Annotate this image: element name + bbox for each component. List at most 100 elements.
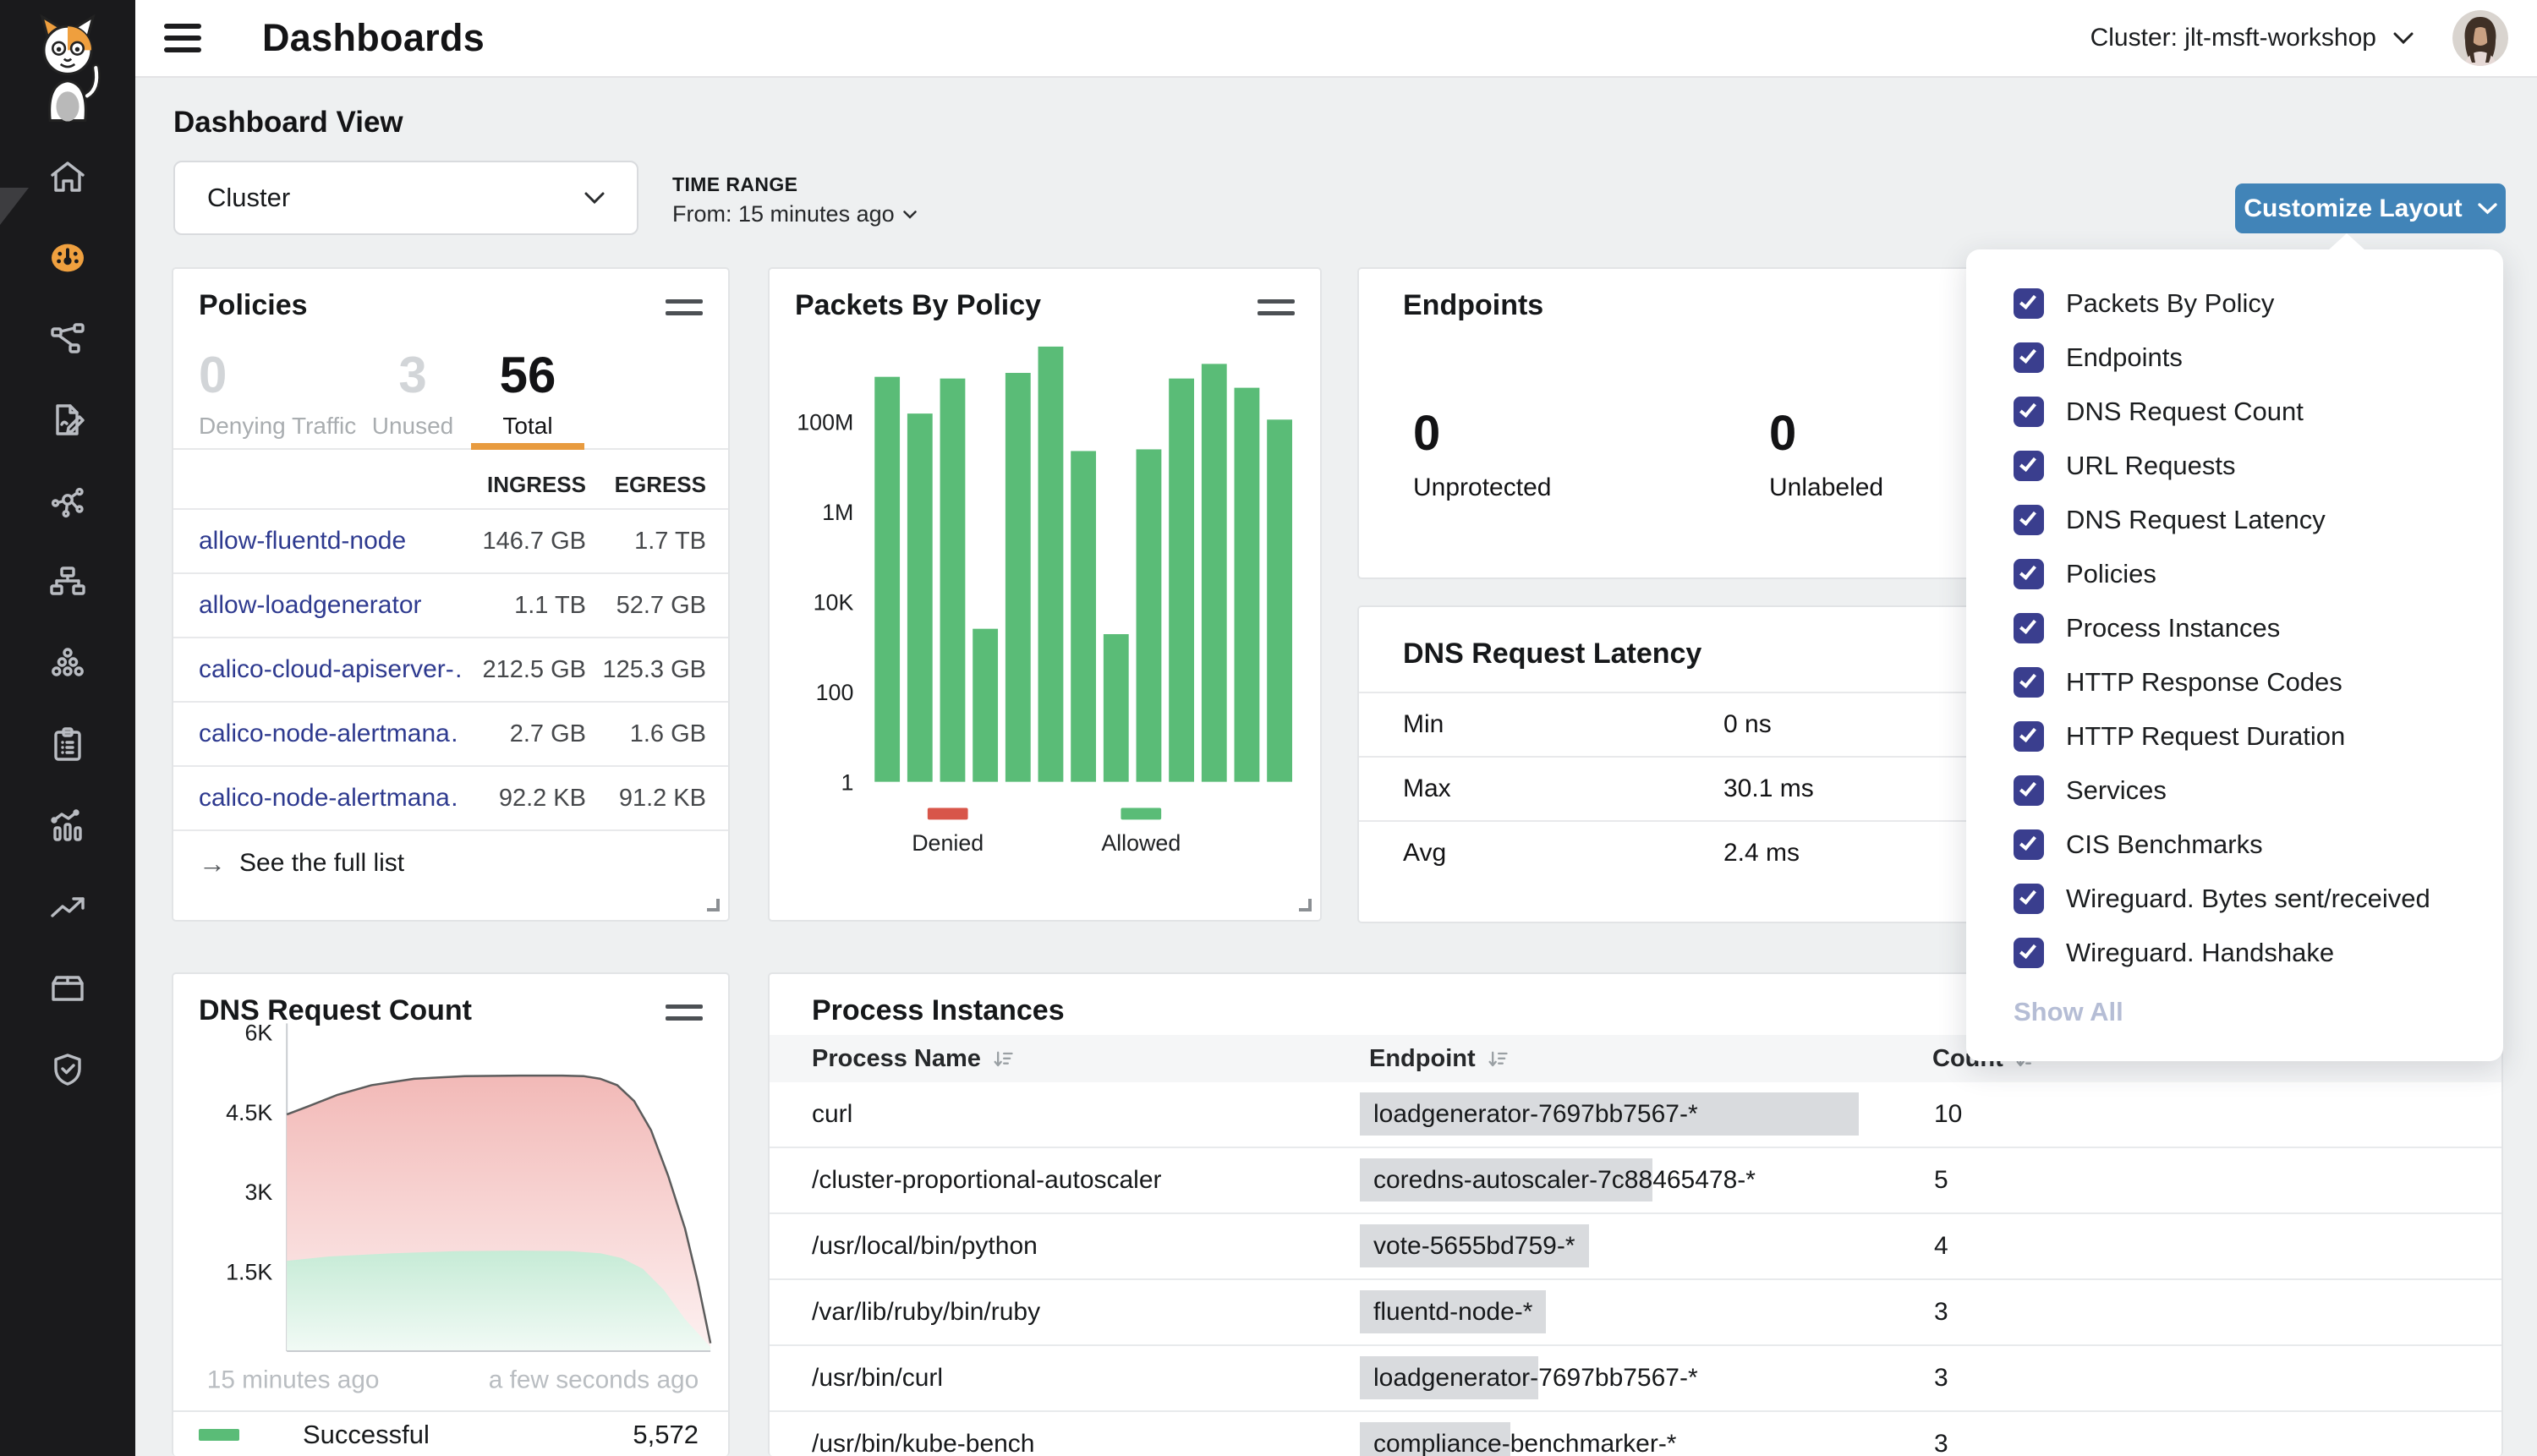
menu-item[interactable]: Process Instances: [1966, 601, 2503, 655]
checkbox-checked-icon[interactable]: [2014, 397, 2044, 427]
sidebar-item-analytics[interactable]: [0, 785, 135, 867]
policies-stats: 0 Denying Traffic 3 Unused 56 Total: [173, 350, 728, 450]
packets-by-policy-chart: 100M1M10K1001DeniedAllowed: [770, 269, 1320, 920]
dashboard-view-select[interactable]: Cluster: [173, 161, 638, 235]
compliance-icon: [47, 725, 88, 765]
policy-link[interactable]: calico-node-alertmana…: [199, 720, 461, 748]
policy-link[interactable]: calico-cloud-apiserver-…: [199, 655, 461, 684]
policy-row: calico-node-alertmana…2.7 GB1.6 GB: [173, 701, 728, 765]
allowed-bar: [1104, 634, 1129, 782]
sidebar-item-packages[interactable]: [0, 948, 135, 1029]
sidebar-item-security[interactable]: [0, 1029, 135, 1110]
column-header-process-name[interactable]: Process Name: [812, 1045, 1015, 1073]
sidebar-item-policies[interactable]: [0, 380, 135, 461]
menu-item[interactable]: CIS Benchmarks: [1966, 818, 2503, 872]
menu-caret: [2328, 233, 2365, 250]
menu-item[interactable]: Endpoints: [1966, 331, 2503, 385]
menu-icon[interactable]: [164, 24, 201, 52]
menu-item[interactable]: HTTP Request Duration: [1966, 709, 2503, 764]
y-tick-label: 1.5K: [226, 1260, 272, 1285]
menu-item[interactable]: Wireguard. Bytes sent/received: [1966, 872, 2503, 926]
x-label-start: 15 minutes ago: [207, 1366, 380, 1394]
checkbox-checked-icon[interactable]: [2014, 342, 2044, 373]
sidebar-item-dashboards[interactable]: [0, 217, 135, 298]
policies-icon: [47, 400, 88, 441]
dns-count-legend-row[interactable]: Successful 5,572: [173, 1410, 728, 1456]
checkbox-checked-icon[interactable]: [2014, 559, 2044, 589]
checkbox-checked-icon[interactable]: [2014, 775, 2044, 806]
sidebar-item-compliance[interactable]: [0, 704, 135, 785]
customize-layout-button[interactable]: Customize Layout: [2235, 183, 2506, 233]
legend-label: Successful: [303, 1420, 430, 1450]
sidebar-item-service-graph[interactable]: [0, 298, 135, 380]
menu-item[interactable]: Packets By Policy: [1966, 276, 2503, 331]
checkbox-checked-icon[interactable]: [2014, 505, 2044, 535]
topbar: Dashboards Cluster: jlt-msft-workshop: [135, 0, 2537, 78]
dnscount-card-title: DNS Request Count: [199, 994, 472, 1027]
process-name: /cluster-proportional-autoscaler: [812, 1166, 1162, 1195]
avatar[interactable]: [2452, 10, 2508, 66]
checkbox-checked-icon[interactable]: [2014, 451, 2044, 481]
checkbox-checked-icon[interactable]: [2014, 613, 2044, 643]
customize-layout-menu: Packets By PolicyEndpointsDNS Request Co…: [1966, 249, 2503, 1061]
stat-unused[interactable]: 3 Unused: [366, 350, 459, 440]
dns-request-count-card: 1.5K3K4.5K6K15 minutes agoa few seconds …: [172, 972, 730, 1456]
menu-item[interactable]: HTTP Response Codes: [1966, 655, 2503, 709]
checkbox-checked-icon[interactable]: [2014, 938, 2044, 968]
allowed-swatch[interactable]: [1121, 807, 1161, 819]
ingress-value: 146.7 GB: [482, 528, 586, 556]
cluster-selector[interactable]: Cluster: jlt-msft-workshop: [2090, 24, 2414, 52]
calico-cat-logo[interactable]: [24, 7, 112, 123]
resize-handle[interactable]: [707, 899, 720, 911]
sidebar-item-connections[interactable]: [0, 461, 135, 542]
policy-link[interactable]: calico-node-alertmana…: [199, 784, 461, 813]
menu-item[interactable]: Services: [1966, 764, 2503, 818]
sidebar-item-trends[interactable]: [0, 867, 135, 948]
menu-item-label: DNS Request Latency: [2066, 505, 2326, 535]
denied-swatch[interactable]: [928, 807, 968, 819]
policy-link[interactable]: allow-loadgenerator: [199, 591, 422, 620]
show-all-link[interactable]: Show All: [2014, 997, 2123, 1027]
sidebar-item-workloads[interactable]: [0, 623, 135, 704]
resize-handle[interactable]: [1299, 899, 1312, 911]
see-full-list-link[interactable]: → See the full list: [173, 829, 728, 895]
drag-handle-icon[interactable]: [1258, 299, 1295, 323]
checkbox-checked-icon[interactable]: [2014, 721, 2044, 752]
endpoint-value: coredns-autoscaler-7c88465478-*: [1360, 1166, 1769, 1195]
stat-denying-traffic[interactable]: 0 Denying Traffic: [199, 350, 356, 440]
checkbox-checked-icon[interactable]: [2014, 288, 2044, 319]
policy-link[interactable]: allow-fluentd-node: [199, 527, 406, 556]
count-value: 3: [1934, 1298, 1948, 1327]
egress-value: 91.2 KB: [619, 785, 706, 813]
time-range-value[interactable]: From: 15 minutes ago: [672, 201, 917, 227]
service-graph-icon: [47, 319, 88, 359]
sidebar-item-infrastructure[interactable]: [0, 542, 135, 623]
y-tick-label: 100: [816, 680, 854, 705]
process-name: /usr/local/bin/python: [812, 1232, 1038, 1261]
sort-icon: [991, 1048, 1015, 1071]
connections-icon: [47, 481, 88, 522]
menu-item[interactable]: Wireguard. Handshake: [1966, 926, 2503, 980]
security-icon: [47, 1049, 88, 1090]
sidebar-item-home[interactable]: [0, 136, 135, 217]
menu-item-label: HTTP Request Duration: [2066, 721, 2345, 752]
chevron-down-icon: [2478, 203, 2497, 215]
drag-handle-icon[interactable]: [666, 1004, 703, 1028]
menu-item[interactable]: Policies: [1966, 547, 2503, 601]
y-tick-label: 1M: [822, 500, 853, 525]
menu-item[interactable]: DNS Request Count: [1966, 385, 2503, 439]
checkbox-checked-icon[interactable]: [2014, 829, 2044, 860]
home-icon: [47, 156, 88, 197]
menu-item-label: Wireguard. Bytes sent/received: [2066, 884, 2430, 914]
y-tick-label: 1: [841, 770, 853, 796]
menu-item[interactable]: URL Requests: [1966, 439, 2503, 493]
chevron-down-icon: [2393, 32, 2414, 45]
checkbox-checked-icon[interactable]: [2014, 667, 2044, 698]
column-header-endpoint[interactable]: Endpoint: [1369, 1045, 1510, 1073]
checkbox-checked-icon[interactable]: [2014, 884, 2044, 914]
drag-handle-icon[interactable]: [666, 299, 703, 323]
time-range-label: TIME RANGE: [672, 173, 917, 196]
menu-item[interactable]: DNS Request Latency: [1966, 493, 2503, 547]
endpoint-value: compliance-benchmarker-*: [1360, 1430, 1690, 1456]
stat-total[interactable]: 56 Total: [471, 350, 584, 440]
